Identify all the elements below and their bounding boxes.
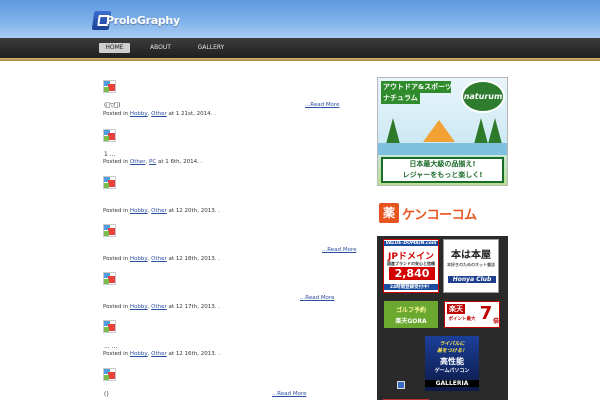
- category-link[interactable]: Other: [151, 351, 167, 357]
- main-navigation: HOME ABOUT GALLERY: [0, 38, 600, 58]
- post-thumbnail[interactable]: [103, 129, 116, 142]
- site-logo[interactable]: ProloGraphy: [91, 11, 180, 31]
- value-domain-ad[interactable]: VALUE-DOMAIN.com JPドメイン 国産ブランドの安心と信頼 2,8…: [383, 239, 439, 293]
- kenko-ad-banner[interactable]: 薬 ケンコーコム: [379, 203, 483, 223]
- category-link[interactable]: Hobby: [130, 111, 148, 117]
- nav-item-home[interactable]: HOME: [99, 43, 130, 53]
- naturum-logo: naturum: [461, 80, 505, 113]
- category-link[interactable]: Other: [151, 304, 167, 310]
- post-meta: Posted in Hobby, Other at 12 17th, 2013.…: [103, 304, 220, 310]
- naturum-ad-banner[interactable]: アウトドア&スポーツ ナチュラム naturum 日本最大級の品揃え! レジャー…: [377, 77, 508, 186]
- rakuten-gora-ad[interactable]: ゴルフ予約 楽天GORA: [384, 301, 438, 328]
- category-link[interactable]: Other: [151, 256, 167, 262]
- post-meta: Posted in Hobby, Other at 12 18th, 2013.…: [103, 256, 220, 262]
- read-more-link[interactable]: ...Read More: [272, 391, 306, 397]
- honya-club-ad[interactable]: 本は本屋 本好きのためのネット書店 Honya Club: [443, 239, 499, 293]
- tree-icon: [488, 118, 502, 144]
- medicine-icon: 薬: [379, 203, 399, 223]
- ad-headline: ナチュラム: [381, 92, 420, 104]
- read-more-link[interactable]: ...Read More: [322, 247, 356, 253]
- nav-item-about[interactable]: ABOUT: [145, 43, 176, 53]
- post-thumbnail[interactable]: [103, 320, 116, 333]
- post-excerpt: ... ...: [104, 343, 118, 350]
- tree-icon: [474, 118, 488, 144]
- ad-tagline: 日本最大級の品揃え! レジャーをもっと楽しく!: [381, 157, 504, 183]
- post-meta: Posted in Other, PC at 1 6th, 2014. .: [103, 159, 203, 165]
- rakuten-points-ad[interactable]: 楽天 ポイント最大 7 倍: [444, 301, 500, 328]
- small-ad-icon[interactable]: [397, 381, 405, 389]
- category-link[interactable]: Other: [151, 208, 167, 214]
- site-header: ProloGraphy: [0, 0, 600, 38]
- post-thumbnail[interactable]: [103, 176, 116, 189]
- post-excerpt: (): [104, 391, 109, 398]
- read-more-link[interactable]: ...Read More: [305, 102, 339, 108]
- galleria-ad[interactable]: ライバルに 差をつける！ 高性能 ゲームパソコン GALLERIA: [425, 336, 479, 391]
- nav-divider: [0, 58, 600, 61]
- post-thumbnail[interactable]: [103, 80, 116, 93]
- post-thumbnail[interactable]: [103, 368, 116, 381]
- ad-panel: VALUE-DOMAIN.com JPドメイン 国産ブランドの安心と信頼 2,8…: [377, 236, 508, 400]
- post-meta: Posted in Hobby, Other at 12 16th, 2013.…: [103, 351, 220, 357]
- post-meta: Posted in Hobby, Other at 1 21st, 2014. …: [103, 111, 216, 117]
- kenko-logo-text: ケンコーコム: [402, 208, 477, 223]
- tree-icon: [386, 118, 400, 144]
- logo-text: ProloGraphy: [106, 14, 180, 27]
- category-link[interactable]: Hobby: [130, 351, 148, 357]
- post-thumbnail[interactable]: [103, 224, 116, 237]
- post-thumbnail[interactable]: [103, 272, 116, 285]
- category-link[interactable]: Other: [130, 159, 146, 165]
- category-link[interactable]: Hobby: [130, 304, 148, 310]
- category-link[interactable]: Hobby: [130, 208, 148, 214]
- post-excerpt: 1 ...: [104, 151, 116, 158]
- post-excerpt: (ﾟ▽ﾟ): [104, 102, 121, 109]
- category-link[interactable]: Hobby: [130, 256, 148, 262]
- tent-icon: [423, 120, 455, 142]
- category-link[interactable]: Other: [151, 111, 167, 117]
- read-more-link[interactable]: ...Read More: [300, 295, 334, 301]
- category-link[interactable]: PC: [149, 159, 156, 165]
- lake-graphic: [378, 143, 507, 155]
- nav-item-gallery[interactable]: GALLERY: [193, 43, 229, 53]
- post-meta: Posted in Hobby, Other at 12 20th, 2013.…: [103, 208, 220, 214]
